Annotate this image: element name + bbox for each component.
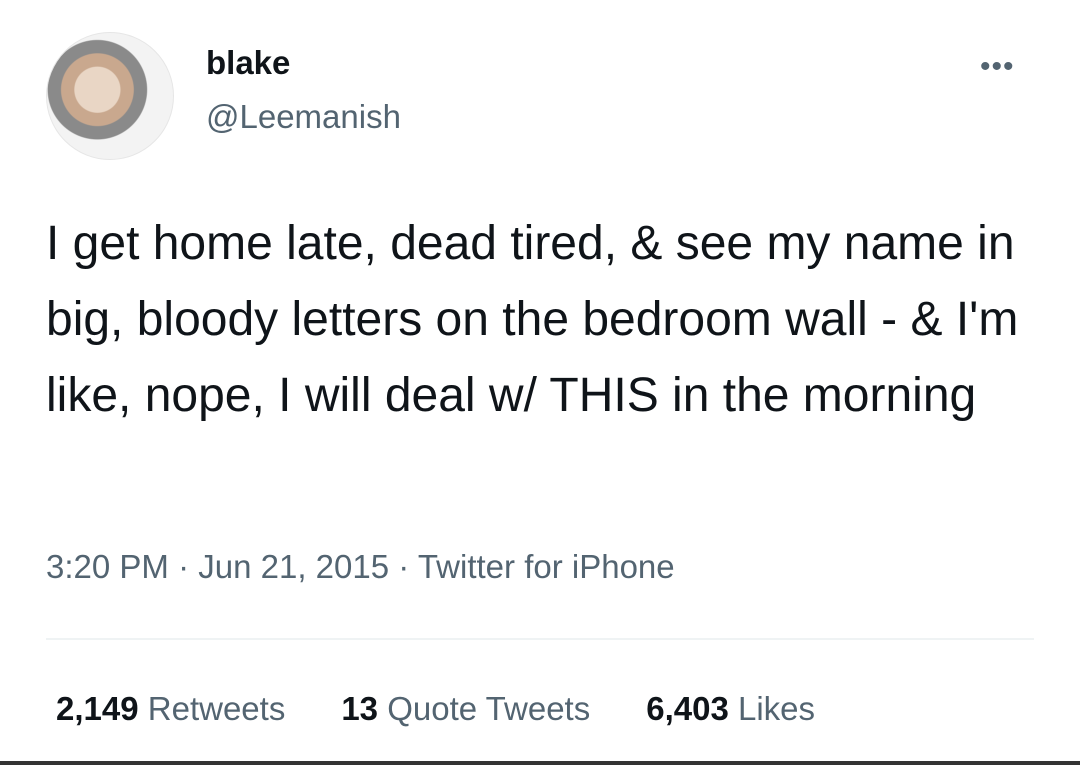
- likes-count: 6,403: [646, 690, 729, 727]
- tweet-time[interactable]: 3:20 PM: [46, 548, 169, 585]
- avatar[interactable]: [46, 32, 174, 160]
- likes-stat[interactable]: 6,403 Likes: [646, 690, 815, 728]
- more-dots-icon[interactable]: •••: [980, 50, 1015, 84]
- tweet-date[interactable]: Jun 21, 2015: [198, 548, 389, 585]
- quotes-count: 13: [341, 690, 379, 727]
- quotes-label: Quote Tweets: [387, 690, 591, 727]
- retweets-label: Retweets: [147, 690, 286, 727]
- retweets-count: 2,149: [56, 690, 139, 727]
- tweet-source[interactable]: Twitter for iPhone: [418, 548, 675, 585]
- tweet-meta: 3:20 PM · Jun 21, 2015 · Twitter for iPh…: [46, 548, 675, 586]
- divider: [46, 638, 1034, 640]
- tweet-stats: 2,149 Retweets 13 Quote Tweets 6,403 Lik…: [56, 690, 815, 728]
- user-handle[interactable]: @Leemanish: [206, 98, 401, 136]
- quotes-stat[interactable]: 13 Quote Tweets: [341, 690, 590, 728]
- bottom-edge: [0, 761, 1080, 765]
- separator: ·: [178, 548, 190, 585]
- likes-label: Likes: [738, 690, 816, 727]
- display-name[interactable]: blake: [206, 44, 290, 82]
- separator: ·: [398, 548, 410, 585]
- tweet-text: I get home late, dead tired, & see my na…: [46, 217, 1019, 422]
- retweets-stat[interactable]: 2,149 Retweets: [56, 690, 285, 728]
